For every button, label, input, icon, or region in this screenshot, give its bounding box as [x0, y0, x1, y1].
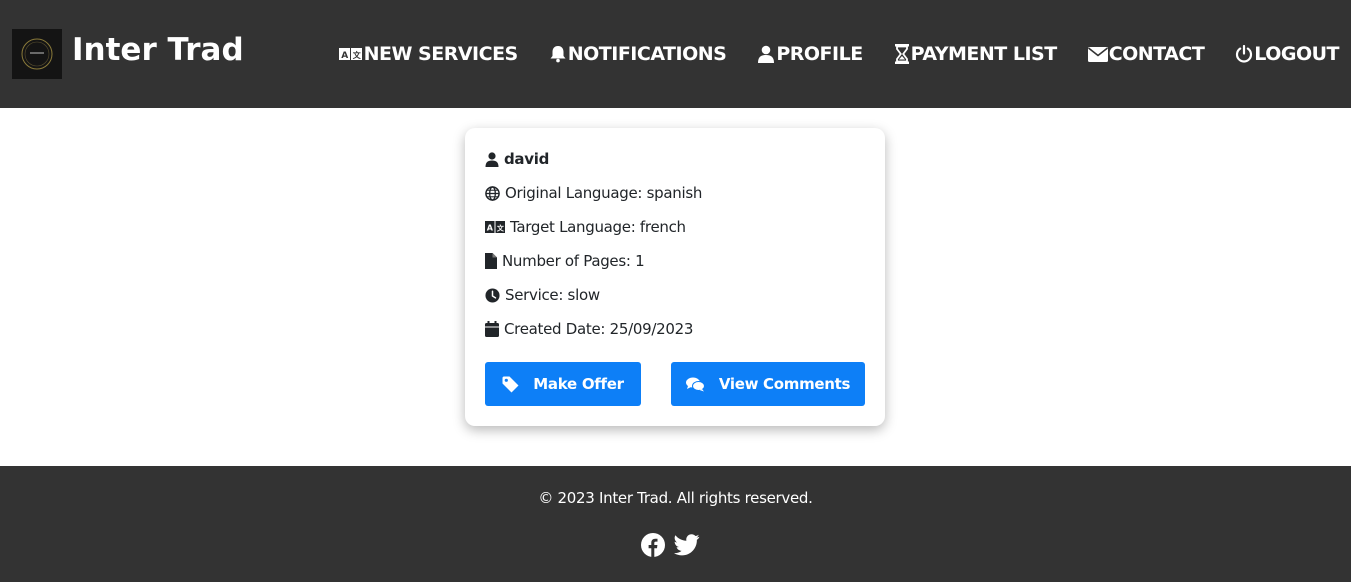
brand[interactable]: Inter Trad: [12, 29, 244, 79]
view-comments-button[interactable]: View Comments: [671, 362, 865, 406]
nav-new-services-label: NEW SERVICES: [363, 43, 519, 65]
globe-icon: [485, 185, 505, 201]
nav-notifications-label: NOTIFICATIONS: [567, 43, 727, 65]
clock-icon: [485, 287, 505, 303]
main-nav: A文 NEW SERVICES NOTIFICATIONS PROFILE PA…: [308, 41, 1339, 67]
envelope-icon: [1087, 46, 1109, 62]
card-pages-row: Number of Pages: 1: [485, 252, 645, 270]
make-offer-button[interactable]: Make Offer: [485, 362, 641, 406]
card-user-name: david: [504, 150, 550, 168]
card-user-row: david: [485, 150, 549, 168]
main-content: david Original Language: spanish A文 Targ…: [0, 108, 1351, 466]
card-service-row: Service: slow: [485, 286, 600, 304]
file-icon: [485, 253, 502, 269]
nav-profile[interactable]: PROFILE: [757, 43, 863, 65]
nav-logout-label: LOGOUT: [1254, 43, 1339, 65]
logo-icon: [12, 29, 62, 79]
user-icon: [485, 151, 504, 167]
social-links: [641, 533, 709, 562]
footer-copyright: © 2023 Inter Trad. All rights reserved.: [538, 489, 813, 507]
language-icon: A文: [485, 221, 510, 233]
nav-profile-label: PROFILE: [776, 43, 863, 65]
nav-payment-list-label: PAYMENT LIST: [910, 43, 1058, 65]
top-navbar: Inter Trad A文 NEW SERVICES NOTIFICATIONS…: [0, 0, 1351, 108]
card-original-language: Original Language: spanish: [505, 184, 703, 202]
comments-icon: [685, 377, 719, 392]
card-original-language-row: Original Language: spanish: [485, 184, 702, 202]
card-target-language-row: A文 Target Language: french: [485, 218, 686, 236]
calendar-icon: [485, 321, 504, 337]
view-comments-label: View Comments: [718, 375, 851, 393]
tag-icon: [502, 376, 533, 393]
card-pages: Number of Pages: 1: [502, 252, 645, 270]
nav-logout[interactable]: LOGOUT: [1235, 43, 1339, 65]
twitter-icon[interactable]: [673, 534, 700, 561]
footer: © 2023 Inter Trad. All rights reserved.: [0, 466, 1351, 582]
brand-title: Inter Trad: [72, 32, 244, 68]
nav-payment-list[interactable]: PAYMENT LIST: [894, 43, 1057, 65]
nav-notifications[interactable]: NOTIFICATIONS: [549, 43, 727, 65]
user-icon: [757, 45, 776, 63]
language-icon: A文: [338, 47, 364, 61]
service-card: david Original Language: spanish A文 Targ…: [465, 128, 885, 426]
facebook-icon[interactable]: [641, 533, 665, 562]
make-offer-label: Make Offer: [533, 375, 624, 393]
card-created-row: Created Date: 25/09/2023: [485, 320, 693, 338]
card-created-date: Created Date: 25/09/2023: [504, 320, 694, 338]
svg-text:A: A: [341, 51, 348, 61]
nav-contact[interactable]: CONTACT: [1087, 43, 1205, 65]
nav-contact-label: CONTACT: [1108, 43, 1205, 65]
nav-new-services[interactable]: A文 NEW SERVICES: [338, 43, 519, 65]
card-service: Service: slow: [505, 286, 600, 304]
hourglass-icon: [894, 44, 911, 64]
card-target-language: Target Language: french: [510, 218, 686, 236]
bell-icon: [549, 45, 568, 63]
power-icon: [1235, 45, 1254, 63]
